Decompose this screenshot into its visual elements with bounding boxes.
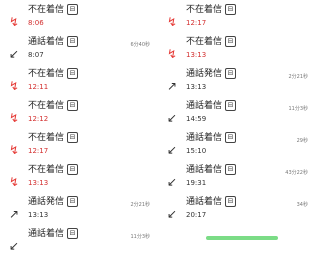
call-log-item[interactable]: ↯ 不在着信 ⊟ 13:13 [164, 36, 316, 66]
gesture-bar[interactable] [206, 236, 278, 240]
call-type-label: 不在着信 ⊟ [186, 36, 237, 48]
call-type-label: 不在着信 ⊟ [28, 164, 79, 176]
incoming-call-icon: ↙ [166, 111, 178, 125]
call-time: 19:31 [186, 179, 207, 187]
call-duration: 2分21秒 [288, 74, 308, 80]
sim-card-icon: ⊟ [225, 132, 237, 143]
sim-card-icon: ⊟ [67, 100, 79, 111]
incoming-call-icon: ↙ [8, 47, 20, 61]
sim-card-icon: ⊟ [225, 100, 237, 111]
call-time: 14:59 [186, 115, 207, 123]
sim-card-icon: ⊟ [67, 4, 79, 15]
call-time: 12:17 [186, 19, 207, 27]
incoming-call-icon: ↙ [8, 239, 20, 253]
call-log-column-right: ↯ 不在着信 ⊟ 12:17 ↯ 不在着信 ⊟ 13:13 ↗ 通話発信 ⊟ 13:13 2分21秒 ↙ 通… [164, 0, 316, 240]
call-type-label: 通話発信 ⊟ [28, 196, 79, 208]
incoming-call-icon: ↙ [166, 175, 178, 189]
call-type-label: 通話着信 ⊟ [28, 228, 79, 240]
call-time: 12:17 [28, 147, 49, 155]
sim-card-icon: ⊟ [67, 68, 79, 79]
outgoing-call-icon: ↗ [166, 79, 178, 93]
call-type-label: 不在着信 ⊟ [186, 4, 237, 16]
call-duration: 34秒 [296, 202, 308, 208]
sim-card-icon: ⊟ [67, 132, 79, 143]
call-log-item[interactable]: ↙ 通話着信 ⊟ 19:31 43分22秒 [164, 164, 316, 194]
call-time: 8:06 [28, 19, 44, 27]
call-log-item[interactable]: ↙ 通話着信 ⊟ 11分3秒 [6, 228, 158, 258]
call-type-label: 不在着信 ⊟ [28, 132, 79, 144]
call-duration: 43分22秒 [285, 170, 308, 176]
call-time: 13:13 [186, 83, 207, 91]
call-type-label: 不在着信 ⊟ [28, 100, 79, 112]
call-time: 15:10 [186, 147, 207, 155]
sim-card-icon: ⊟ [225, 196, 237, 207]
missed-call-icon: ↯ [8, 175, 20, 189]
sim-card-icon: ⊟ [225, 36, 237, 47]
call-log-item[interactable]: ↙ 通話着信 ⊟ 15:10 29秒 [164, 132, 316, 162]
call-log-item[interactable]: ↯ 不在着信 ⊟ 8:06 [6, 4, 158, 34]
call-duration: 2分21秒 [130, 202, 150, 208]
missed-call-icon: ↯ [166, 15, 178, 29]
sim-card-icon: ⊟ [225, 4, 237, 15]
incoming-call-icon: ↙ [166, 207, 178, 221]
call-type-label: 通話着信 ⊟ [186, 196, 237, 208]
call-type-label: 不在着信 ⊟ [28, 68, 79, 80]
call-log-item[interactable]: ↙ 通話着信 ⊟ 14:59 11分3秒 [164, 100, 316, 130]
call-time: 13:13 [28, 179, 49, 187]
call-log-item[interactable]: ↙ 通話着信 ⊟ 20:17 34秒 [164, 196, 316, 226]
sim-card-icon: ⊟ [225, 164, 237, 175]
sim-card-icon: ⊟ [225, 68, 237, 79]
call-log-column-left: ↯ 不在着信 ⊟ 8:06 ↙ 通話着信 ⊟ 8:07 6分40秒 ↯ 不在着信 ⊟ 12:11 ↯ 不在着… [6, 0, 158, 252]
call-duration: 6分40秒 [130, 42, 150, 48]
call-log-item[interactable]: ↯ 不在着信 ⊟ 12:12 [6, 100, 158, 130]
call-duration: 11分3秒 [288, 106, 308, 112]
call-time: 13:13 [186, 51, 207, 59]
call-log-item[interactable]: ↗ 通話発信 ⊟ 13:13 2分21秒 [6, 196, 158, 226]
missed-call-icon: ↯ [8, 111, 20, 125]
sim-card-icon: ⊟ [67, 36, 79, 47]
call-log-item[interactable]: ↯ 不在着信 ⊟ 12:17 [6, 132, 158, 162]
call-type-label: 通話着信 ⊟ [28, 36, 79, 48]
missed-call-icon: ↯ [8, 15, 20, 29]
call-type-label: 不在着信 ⊟ [28, 4, 79, 16]
call-log-item[interactable]: ↯ 不在着信 ⊟ 13:13 [6, 164, 158, 194]
call-type-label: 通話着信 ⊟ [186, 164, 237, 176]
sim-card-icon: ⊟ [67, 228, 79, 239]
call-time: 13:13 [28, 211, 49, 219]
call-time: 8:07 [28, 51, 44, 59]
outgoing-call-icon: ↗ [8, 207, 20, 221]
call-time: 20:17 [186, 211, 207, 219]
incoming-call-icon: ↙ [166, 143, 178, 157]
call-type-label: 通話発信 ⊟ [186, 68, 237, 80]
call-duration: 29秒 [296, 138, 308, 144]
missed-call-icon: ↯ [8, 143, 20, 157]
sim-card-icon: ⊟ [67, 164, 79, 175]
call-log-item[interactable]: ↗ 通話発信 ⊟ 13:13 2分21秒 [164, 68, 316, 98]
call-log-screen: ↯ 不在着信 ⊟ 8:06 ↙ 通話着信 ⊟ 8:07 6分40秒 ↯ 不在着信 ⊟ 12:11 ↯ 不在着… [0, 0, 320, 252]
call-type-label: 通話着信 ⊟ [186, 132, 237, 144]
missed-call-icon: ↯ [8, 79, 20, 93]
call-time: 12:12 [28, 115, 49, 123]
call-time: 12:11 [28, 83, 49, 91]
call-log-item[interactable]: ↯ 不在着信 ⊟ 12:11 [6, 68, 158, 98]
sim-card-icon: ⊟ [67, 196, 79, 207]
missed-call-icon: ↯ [166, 47, 178, 61]
call-log-item[interactable]: ↯ 不在着信 ⊟ 12:17 [164, 4, 316, 34]
call-log-item[interactable]: ↙ 通話着信 ⊟ 8:07 6分40秒 [6, 36, 158, 66]
call-type-label: 通話着信 ⊟ [186, 100, 237, 112]
